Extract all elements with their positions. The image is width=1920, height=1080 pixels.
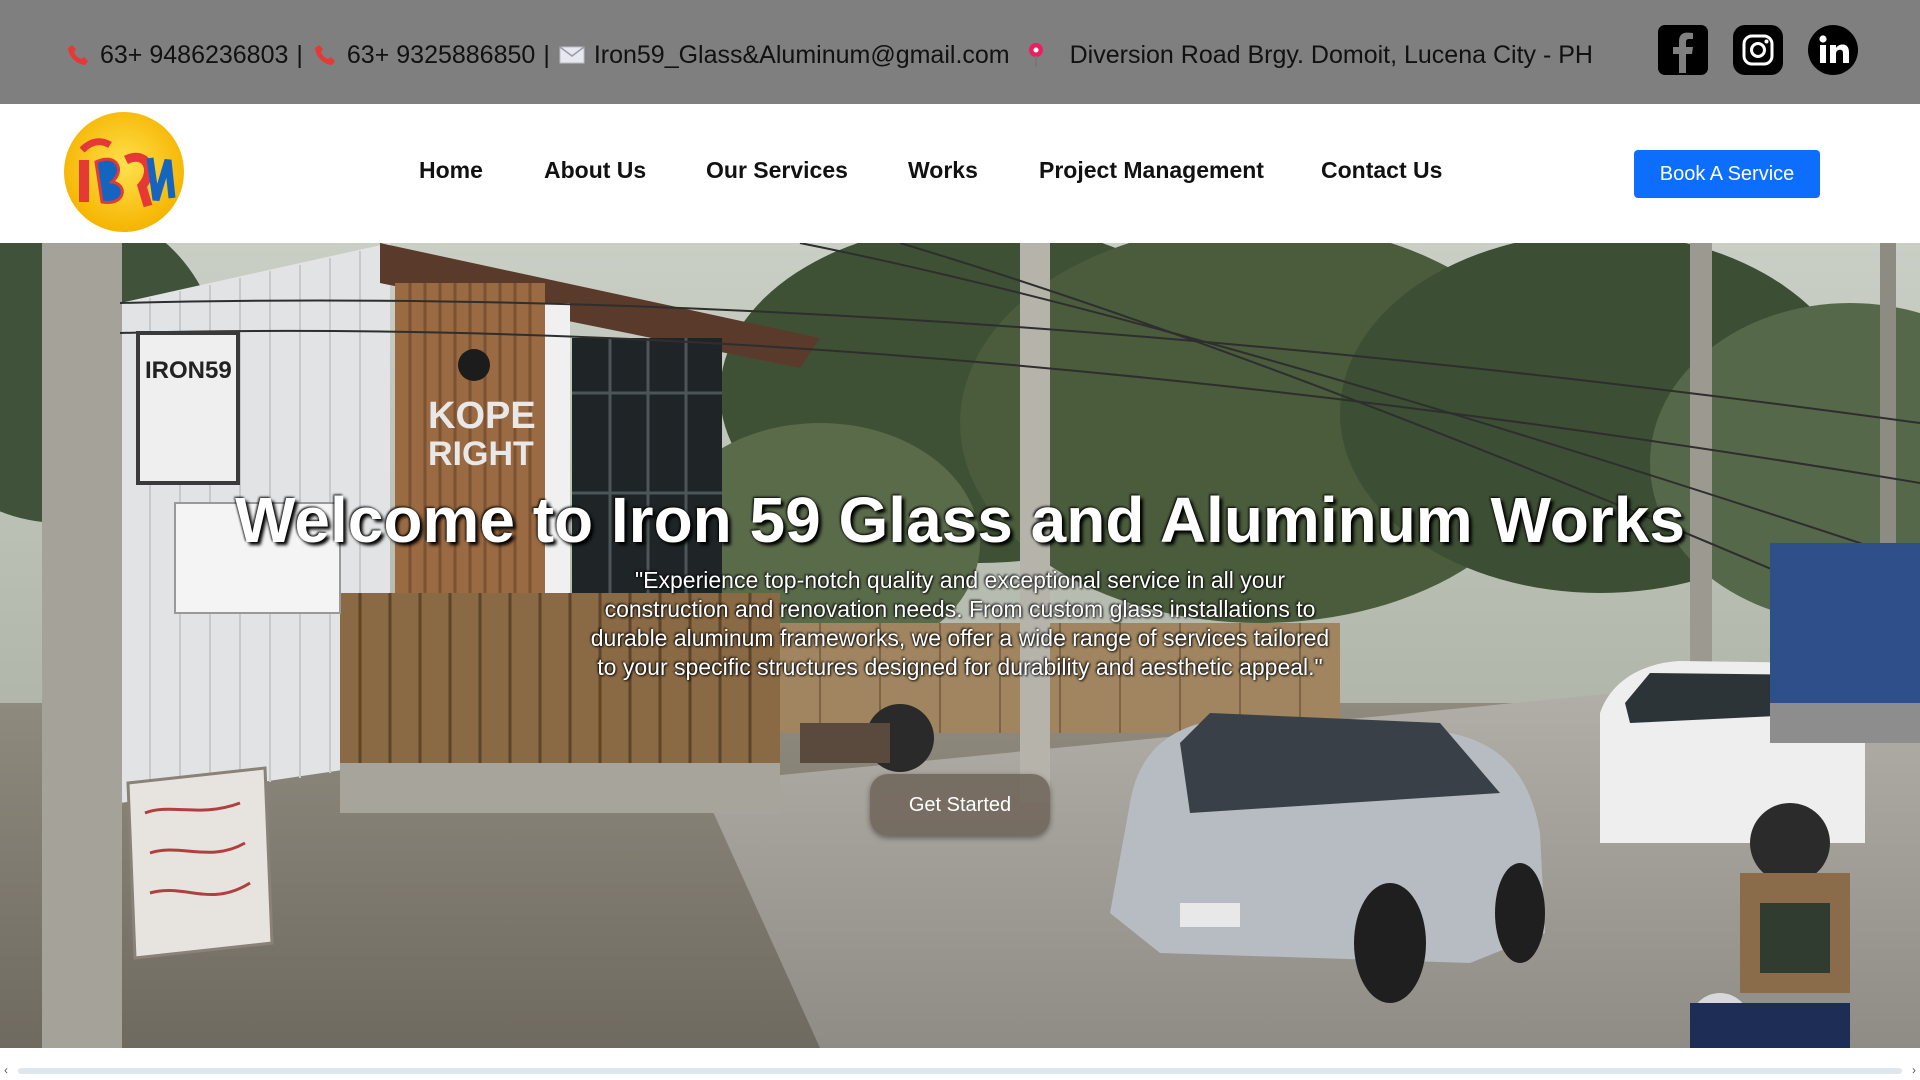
hero-description: "Experience top-notch quality and except… bbox=[590, 567, 1330, 680]
iron59-sign-label: IRON59 bbox=[145, 357, 232, 384]
phone-icon bbox=[64, 41, 92, 69]
phone-2[interactable]: 63+ 9325886850 bbox=[347, 41, 535, 70]
separator: | bbox=[296, 40, 303, 69]
hero-title: Welcome to Iron 59 Glass and Aluminum Wo… bbox=[235, 484, 1685, 556]
book-a-service-button[interactable]: Book A Service bbox=[1634, 150, 1820, 198]
nav-our-services[interactable]: Our Services bbox=[706, 157, 848, 184]
get-started-button[interactable]: Get Started bbox=[870, 774, 1050, 836]
nav-home[interactable]: Home bbox=[419, 157, 483, 184]
nav-works[interactable]: Works bbox=[908, 157, 978, 184]
scrollbar-track[interactable] bbox=[18, 1068, 1902, 1074]
linkedin-icon[interactable] bbox=[1807, 24, 1859, 76]
company-logo[interactable] bbox=[62, 110, 186, 234]
mail-icon bbox=[558, 41, 586, 69]
location-pin-icon bbox=[1022, 41, 1050, 69]
phone-icon bbox=[311, 41, 339, 69]
contact-info: 63+ 9486236803 | 63+ 9325886850 | Iron59… bbox=[64, 38, 1593, 72]
horizontal-scrollbar[interactable]: ‹ › bbox=[0, 1060, 1920, 1080]
top-contact-bar: 63+ 9486236803 | 63+ 9325886850 | Iron59… bbox=[0, 0, 1920, 104]
phone-1[interactable]: 63+ 9486236803 bbox=[100, 41, 288, 70]
nav-project-management[interactable]: Project Management bbox=[1039, 157, 1264, 184]
hero-section: KOPE RIGHT IRON59 Welcome to Iron 59 Gla… bbox=[0, 243, 1920, 1048]
email-link[interactable]: Iron59_Glass&Aluminum@gmail.com bbox=[594, 41, 1010, 70]
kope-sign-line1: KOPE bbox=[428, 395, 536, 437]
separator: | bbox=[543, 40, 550, 69]
scroll-right-icon[interactable]: › bbox=[1912, 1063, 1916, 1077]
scroll-left-icon[interactable]: ‹ bbox=[4, 1063, 8, 1077]
facebook-icon[interactable] bbox=[1657, 24, 1709, 76]
address-text: Diversion Road Brgy. Domoit, Lucena City… bbox=[1069, 40, 1593, 69]
instagram-icon[interactable] bbox=[1732, 24, 1784, 76]
nav-about-us[interactable]: About Us bbox=[544, 157, 646, 184]
kope-sign-line2: RIGHT bbox=[428, 435, 534, 473]
nav-contact-us[interactable]: Contact Us bbox=[1321, 157, 1442, 184]
